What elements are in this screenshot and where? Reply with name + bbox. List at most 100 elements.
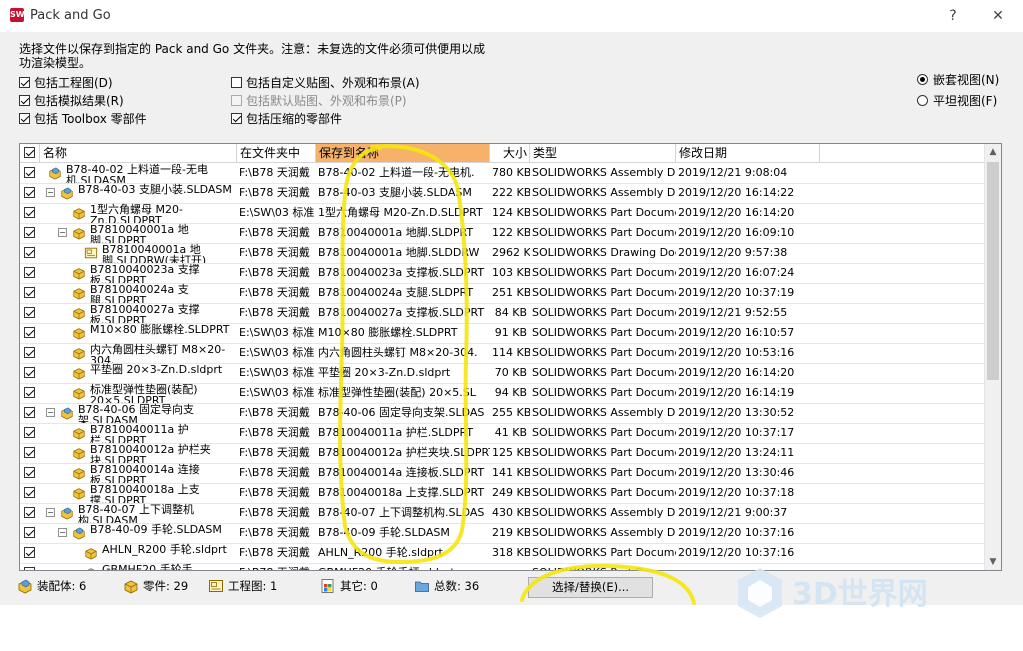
file-list[interactable]: 名称 在文件夹中 保存到名称 大小 类型 修改日期 B78-40-02 上料道一… xyxy=(19,143,1002,571)
include-simulation-checkbox[interactable] xyxy=(19,95,30,106)
scroll-down-arrow[interactable]: ▼ xyxy=(985,554,1001,570)
include-toolbox-checkbox[interactable] xyxy=(19,113,30,124)
file-row-checkbox[interactable] xyxy=(24,427,35,438)
file-row-checkbox[interactable] xyxy=(24,267,35,278)
file-save-as-name[interactable]: B7810040001a 地脚.SLDDRW xyxy=(316,243,490,263)
file-row-checkbox[interactable] xyxy=(24,227,35,238)
file-row-checkbox[interactable] xyxy=(24,307,35,318)
file-row-checkbox[interactable] xyxy=(24,287,35,298)
file-save-as-name[interactable]: B78-40-09 手轮.SLDASM xyxy=(316,523,490,543)
file-row[interactable]: B7810040014a 连接板.SLDPRT F:\B78 天润戴 B781004… xyxy=(20,463,985,484)
file-save-as-name[interactable]: M10×80 膨胀螺栓.SLDPRT xyxy=(316,323,490,343)
file-row-checkbox[interactable] xyxy=(24,567,35,570)
file-row-checkbox[interactable] xyxy=(24,447,35,458)
file-row-checkbox[interactable] xyxy=(24,527,35,538)
include-drawings-option[interactable]: 包括工程图(D) xyxy=(19,74,113,91)
nested-view-radio[interactable] xyxy=(917,74,928,85)
file-row[interactable]: − B78-40-07 上下调整机构.SLDASM F:\B78 天润戴 B78-40… xyxy=(20,503,985,524)
file-save-as-name[interactable]: B7810040001a 地脚.SLDPRT xyxy=(316,223,490,243)
file-row[interactable]: B7810040012a 护栏夹块.SLDPRT F:\B78 天润戴 B78100… xyxy=(20,443,985,464)
file-row-checkbox[interactable] xyxy=(24,467,35,478)
file-save-as-name[interactable]: B7810040023a 支撑板.SLDPRT xyxy=(316,263,490,283)
collapse-toggle[interactable]: − xyxy=(58,528,67,537)
file-row[interactable]: 1型六角螺母 M20-Zn.D.SLDPRT E:\SW\03 标准 1型六角螺母 … xyxy=(20,203,985,224)
file-save-as-name[interactable]: B78-40-02 上料道一段-无电机. xyxy=(316,163,490,183)
file-row[interactable]: 平垫圈 20×3-Zn.D.sldprt E:\SW\03 标准 平垫圈 20×3-… xyxy=(20,363,985,384)
include-suppressed-checkbox[interactable] xyxy=(231,113,242,124)
select-all-column[interactable] xyxy=(20,144,40,162)
file-row[interactable]: − B7810040001a 地脚.SLDPRT F:\B78 天润戴 B781004… xyxy=(20,223,985,244)
file-row[interactable]: − B78-40-09 手轮.SLDASM F:\B78 天润戴 B78-40-09 … xyxy=(20,523,985,544)
file-save-as-name[interactable]: B7810040011a 护栏.SLDPRT xyxy=(316,423,490,443)
flat-view-option[interactable]: 平坦视图(F) xyxy=(917,92,997,109)
collapse-toggle[interactable]: − xyxy=(58,228,67,237)
file-row-checkbox[interactable] xyxy=(24,367,35,378)
file-save-as-name[interactable]: B7810040024a 支腿.SLDPRT xyxy=(316,283,490,303)
file-row[interactable]: − B78-40-06 固定导向支架.SLDASM F:\B78 天润戴 B78-40… xyxy=(20,403,985,424)
column-size[interactable]: 大小 xyxy=(490,144,530,162)
file-save-as-name[interactable]: B78-40-03 支腿小装.SLDASM xyxy=(316,183,490,203)
file-save-as-name[interactable]: 标准型弹性垫圈(装配) 20×5.SL xyxy=(316,383,490,403)
column-folder[interactable]: 在文件夹中 xyxy=(237,144,316,162)
file-save-as-name[interactable]: B78-40-06 固定导向支架.SLDAS xyxy=(316,403,490,423)
file-row[interactable]: 内六角圆柱头螺钉 M8×20-304. E:\SW\03 标准 内六角圆柱头螺钉 M… xyxy=(20,343,985,364)
file-row-checkbox[interactable] xyxy=(24,507,35,518)
file-row[interactable]: − B78-40-03 支腿小装.SLDASM F:\B78 天润戴 B78-40-0… xyxy=(20,183,985,204)
file-row-checkbox[interactable] xyxy=(24,347,35,358)
file-row[interactable]: B7810040018a 上支撑.SLDPRT F:\B78 天润戴 B781004… xyxy=(20,483,985,504)
file-row-checkbox[interactable] xyxy=(24,407,35,418)
column-save-as[interactable]: 保存到名称 xyxy=(316,144,490,162)
file-folder: F:\B78 天润戴 xyxy=(239,246,310,259)
flat-view-radio[interactable] xyxy=(917,95,928,106)
scroll-up-arrow[interactable]: ▲ xyxy=(985,144,1001,160)
file-save-as-name[interactable]: B7810040027a 支撑板.SLDPRT xyxy=(316,303,490,323)
close-button[interactable]: ✕ xyxy=(980,4,1016,28)
file-row-checkbox[interactable] xyxy=(24,207,35,218)
select-replace-button[interactable]: 选择/替换(E)... xyxy=(528,577,653,598)
file-row[interactable]: B7810040001a 地脚.SLDDRW(未打开) F:\B78 天润戴 B78… xyxy=(20,243,985,264)
include-toolbox-option[interactable]: 包括 Toolbox 零部件 xyxy=(19,110,147,127)
column-name[interactable]: 名称 xyxy=(40,144,237,162)
include-drawings-checkbox[interactable] xyxy=(19,77,30,88)
file-save-as-name[interactable]: GBMHF20 手轮手柄.sldprt xyxy=(316,563,490,570)
file-save-as-name[interactable]: 1型六角螺母 M20-Zn.D.SLDPRT xyxy=(316,203,490,223)
collapse-toggle[interactable]: − xyxy=(46,408,55,417)
file-row[interactable]: M10×80 膨胀螺栓.SLDPRT E:\SW\03 标准 M10×80 膨胀螺栓… xyxy=(20,323,985,344)
file-row-checkbox[interactable] xyxy=(24,247,35,258)
file-row-checkbox[interactable] xyxy=(24,387,35,398)
file-row[interactable]: AHLN_R200 手轮.sldprt F:\B78 天润戴 AHLN_R200 手… xyxy=(20,543,985,564)
file-row-checkbox[interactable] xyxy=(24,187,35,198)
file-row[interactable]: B7810040023a 支撑板.SLDPRT F:\B78 天润戴 B781004… xyxy=(20,263,985,284)
include-simulation-option[interactable]: 包括模拟结果(R) xyxy=(19,92,124,109)
file-row-checkbox[interactable] xyxy=(24,547,35,558)
include-custom-decals-checkbox[interactable] xyxy=(231,77,242,88)
collapse-toggle[interactable]: − xyxy=(46,188,55,197)
file-modified-date: 2019/12/20 13:24:11 xyxy=(678,446,795,459)
help-button[interactable]: ? xyxy=(935,4,971,28)
file-save-as-name[interactable]: 内六角圆柱头螺钉 M8×20-304. xyxy=(316,343,490,363)
collapse-toggle[interactable]: − xyxy=(46,508,55,517)
file-row-checkbox[interactable] xyxy=(24,167,35,178)
vertical-scrollbar[interactable]: ▲ ▼ xyxy=(984,144,1001,570)
file-save-as-name[interactable]: B7810040014a 连接板.SLDPRT xyxy=(316,463,490,483)
file-row[interactable]: GBMHF20 手轮手柄.sldprtF:\B78 天润戴GBMHF20 手轮手… xyxy=(20,563,985,570)
file-row[interactable]: B7810040011a 护栏.SLDPRT F:\B78 天润戴 B7810040… xyxy=(20,423,985,444)
file-row[interactable]: B78-40-02 上料道一段-无电机.SLDASM F:\B78 天润戴 B78-… xyxy=(20,163,985,184)
file-save-as-name[interactable]: 平垫圈 20×3-Zn.D.sldprt xyxy=(316,363,490,383)
file-row-checkbox[interactable] xyxy=(24,327,35,338)
include-custom-decals-option[interactable]: 包括自定义贴图、外观和布景(A) xyxy=(231,74,420,91)
file-save-as-name[interactable]: B7810040012a 护栏夹块.SLDPRT xyxy=(316,443,490,463)
file-row[interactable]: B7810040024a 支腿.SLDPRT F:\B78 天润戴 B7810040… xyxy=(20,283,985,304)
file-row[interactable]: B7810040027a 支撑板.SLDPRT F:\B78 天润戴 B781004… xyxy=(20,303,985,324)
select-all-checkbox[interactable] xyxy=(24,147,35,158)
column-type[interactable]: 类型 xyxy=(530,144,676,162)
column-modified[interactable]: 修改日期 xyxy=(676,144,820,162)
nested-view-option[interactable]: 嵌套视图(N) xyxy=(917,71,999,88)
file-row[interactable]: 标准型弹性垫圈(装配) 20×5.SLDPRT E:\SW\03 标准 标准型弹性垫… xyxy=(20,383,985,404)
file-save-as-name[interactable]: AHLN_R200 手轮.sldprt xyxy=(316,543,490,563)
include-suppressed-option[interactable]: 包括压缩的零部件 xyxy=(231,110,342,127)
file-save-as-name[interactable]: B7810040018a 上支撑.SLDPRT xyxy=(316,483,490,503)
file-save-as-name[interactable]: B78-40-07 上下调整机构.SLDAS xyxy=(316,503,490,523)
file-row-checkbox[interactable] xyxy=(24,487,35,498)
scrollbar-thumb[interactable] xyxy=(987,162,999,380)
